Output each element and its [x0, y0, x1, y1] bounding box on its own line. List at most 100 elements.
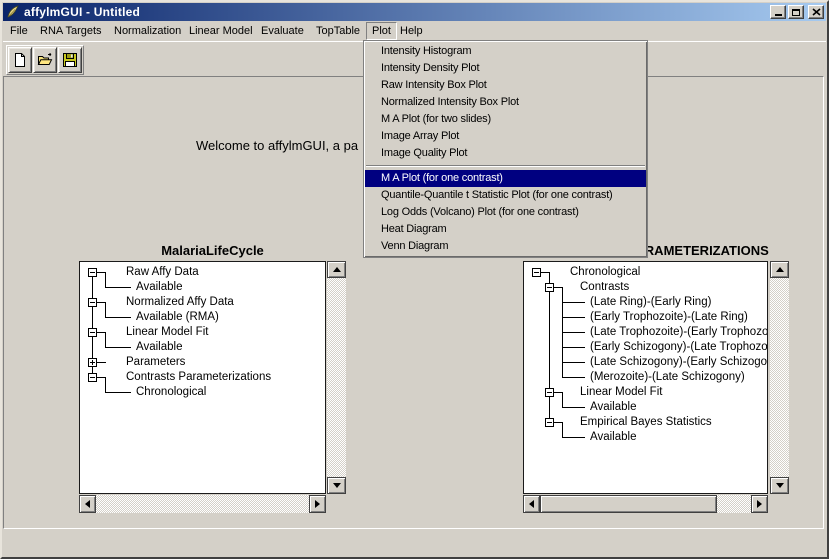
right-tree-horizontal-scrollbar[interactable]: [523, 495, 768, 513]
tree-expand-toggle[interactable]: [545, 283, 554, 292]
open-folder-icon: [37, 52, 53, 68]
scrollbar-track[interactable]: [770, 278, 789, 477]
menubar-item-normalization[interactable]: Normalization: [109, 22, 186, 40]
titlebar[interactable]: affylmGUI - Untitled: [3, 3, 826, 21]
tree-item-linear-model-fit[interactable]: Linear Model Fit: [580, 385, 662, 399]
tree-item-raw-affy-data[interactable]: Raw Affy Data: [126, 265, 199, 279]
tree-connector-line: [562, 377, 585, 378]
tree-item-linear-model-fit[interactable]: Linear Model Fit: [126, 325, 208, 339]
arrow-down-icon: [333, 483, 341, 488]
scroll-right-button[interactable]: [309, 495, 326, 513]
scroll-left-button[interactable]: [523, 495, 540, 513]
plot-menu-item-intensity-density-plot[interactable]: Intensity Density Plot: [365, 60, 646, 77]
plot-menu-item-raw-intensity-box-plot[interactable]: Raw Intensity Box Plot: [365, 77, 646, 94]
scrollbar-thumb[interactable]: [540, 495, 717, 513]
scroll-down-button[interactable]: [770, 477, 789, 494]
tree-expand-toggle[interactable]: [88, 358, 97, 367]
tree-connector-line: [105, 272, 106, 287]
plot-menu-item-log-odds-volcano-plot-for-one-contrast[interactable]: Log Odds (Volcano) Plot (for one contras…: [365, 204, 646, 221]
tree-item-parameters[interactable]: Parameters: [126, 355, 185, 369]
tree-item-available[interactable]: Available: [136, 340, 182, 354]
menubar-item-help[interactable]: Help: [395, 22, 428, 40]
plot-menu-item-venn-diagram[interactable]: Venn Diagram: [365, 238, 646, 255]
left-tree-vertical-scrollbar[interactable]: [327, 261, 346, 494]
tree-expand-toggle[interactable]: [88, 268, 97, 277]
new-document-icon: [12, 52, 28, 68]
window-title: affylmGUI - Untitled: [24, 5, 770, 19]
tree-expand-toggle[interactable]: [88, 298, 97, 307]
tree-item-merozoite-late-schizogony[interactable]: (Merozoite)-(Late Schizogony): [590, 370, 745, 384]
tree-connector-line: [562, 317, 585, 318]
maximize-button[interactable]: [788, 5, 804, 19]
plot-menu-item-image-quality-plot[interactable]: Image Quality Plot: [365, 145, 646, 162]
plot-menu-item-m-a-plot-for-one-contrast[interactable]: M A Plot (for one contrast): [365, 170, 646, 187]
plot-menu-item-m-a-plot-for-two-slides[interactable]: M A Plot (for two slides): [365, 111, 646, 128]
tree-item-available[interactable]: Available: [590, 430, 636, 444]
tree-item-early-trophozoite-late-ring[interactable]: (Early Trophozoite)-(Late Ring): [590, 310, 748, 324]
tree-item-contrasts-parameterizations[interactable]: Contrasts Parameterizations: [126, 370, 271, 384]
tree-connector-line: [562, 437, 585, 438]
tree-expand-toggle[interactable]: [532, 268, 541, 277]
tree-connector-line: [562, 347, 585, 348]
tree-item-early-schizogony-late-trophozoite[interactable]: (Early Schizogony)-(Late Trophozoite): [590, 340, 768, 354]
close-icon: [812, 8, 821, 16]
maximize-icon: [792, 9, 800, 16]
tree-connector-line: [105, 302, 106, 317]
tree-expand-toggle[interactable]: [545, 388, 554, 397]
menubar-item-rna-targets[interactable]: RNA Targets: [35, 22, 107, 40]
menubar-item-toptable[interactable]: TopTable: [311, 22, 365, 40]
scroll-up-button[interactable]: [770, 261, 789, 278]
tree-expand-toggle[interactable]: [545, 418, 554, 427]
tree-item-late-schizogony-early-schizogony[interactable]: (Late Schizogony)-(Early Schizogony): [590, 355, 768, 369]
tree-item-empirical-bayes-statistics[interactable]: Empirical Bayes Statistics: [580, 415, 712, 429]
scrollbar-track[interactable]: [96, 495, 309, 513]
right-tree-vertical-scrollbar[interactable]: [770, 261, 789, 494]
tree-expand-toggle[interactable]: [88, 373, 97, 382]
tree-expand-toggle[interactable]: [88, 328, 97, 337]
left-tree-horizontal-scrollbar[interactable]: [79, 495, 326, 513]
minimize-button[interactable]: [770, 5, 786, 19]
scroll-up-button[interactable]: [327, 261, 346, 278]
plot-menu-item-quantile-quantile-t-statistic-plot-for-one-contrast[interactable]: Quantile-Quantile t Statistic Plot (for …: [365, 187, 646, 204]
save-file-button[interactable]: [58, 47, 82, 73]
left-tree-title: MalariaLifeCycle: [79, 243, 346, 258]
tree-item-contrasts[interactable]: Contrasts: [580, 280, 629, 294]
minimize-icon: [775, 14, 782, 16]
plot-menu-item-heat-diagram[interactable]: Heat Diagram: [365, 221, 646, 238]
tree-connector-line: [562, 422, 563, 437]
scroll-right-button[interactable]: [751, 495, 768, 513]
scrollbar-track[interactable]: [327, 278, 346, 477]
scroll-down-button[interactable]: [327, 477, 346, 494]
close-button[interactable]: [808, 5, 824, 19]
tree-item-chronological[interactable]: Chronological: [136, 385, 206, 399]
scroll-left-button[interactable]: [79, 495, 96, 513]
tree-item-available[interactable]: Available: [136, 280, 182, 294]
tree-item-normalized-affy-data[interactable]: Normalized Affy Data: [126, 295, 234, 309]
tree-item-available[interactable]: Available: [590, 400, 636, 414]
plot-menu-item-image-array-plot[interactable]: Image Array Plot: [365, 128, 646, 145]
menubar-item-evaluate[interactable]: Evaluate: [256, 22, 309, 40]
new-file-button[interactable]: [8, 47, 32, 73]
toolbar-button-group: [6, 45, 84, 75]
right-tree: ChronologicalContrasts(Late Ring)-(Early…: [523, 261, 768, 494]
tree-item-available-rma[interactable]: Available (RMA): [136, 310, 219, 324]
menubar-item-file[interactable]: File: [5, 22, 33, 40]
plot-menu-item-normalized-intensity-box-plot[interactable]: Normalized Intensity Box Plot: [365, 94, 646, 111]
menubar-item-linear-model[interactable]: Linear Model: [184, 22, 258, 40]
left-tree: Raw Affy DataAvailableNormalized Affy Da…: [79, 261, 326, 494]
tree-item-chronological[interactable]: Chronological: [570, 265, 640, 279]
plot-menu-item-intensity-histogram[interactable]: Intensity Histogram: [365, 43, 646, 60]
menubar-item-plot[interactable]: Plot: [366, 22, 397, 40]
tree-connector-line: [105, 332, 106, 347]
arrow-right-icon: [757, 500, 762, 508]
menu-bar: FileRNA TargetsNormalizationLinear Model…: [3, 22, 826, 41]
arrow-left-icon: [529, 500, 534, 508]
open-file-button[interactable]: [33, 47, 57, 73]
tree-item-late-ring-early-ring[interactable]: (Late Ring)-(Early Ring): [590, 295, 711, 309]
arrow-down-icon: [776, 483, 784, 488]
tree-item-late-trophozoite-early-trophozoite[interactable]: (Late Trophozoite)-(Early Trophozoite): [590, 325, 768, 339]
menu-separator: [366, 165, 645, 167]
tree-connector-line: [105, 347, 131, 348]
scrollbar-track[interactable]: [540, 495, 751, 513]
arrow-up-icon: [776, 267, 784, 272]
